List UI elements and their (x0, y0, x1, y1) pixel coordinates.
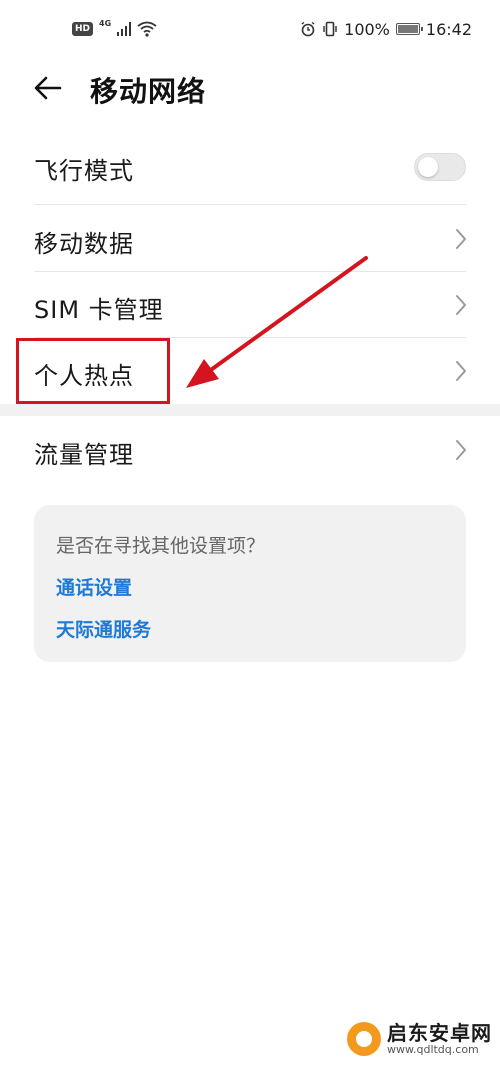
vibrate-icon (323, 21, 337, 37)
alarm-icon (301, 21, 315, 37)
chevron-right-icon (456, 229, 466, 249)
chevron-right-icon (456, 295, 466, 315)
setting-sim-management[interactable]: SIM 卡管理 (0, 272, 500, 338)
annotation-highlight-box (16, 338, 170, 404)
battery-percent: 100% (344, 19, 390, 39)
back-arrow-icon[interactable] (32, 72, 64, 104)
setting-data-usage[interactable]: 流量管理 (0, 417, 500, 483)
link-skytone-service[interactable]: 天际通服务 (56, 615, 151, 642)
status-left: HD 4G (72, 18, 157, 40)
chevron-right-icon (456, 361, 466, 381)
wifi-icon (137, 21, 157, 37)
row-label: 流量管理 (34, 441, 134, 469)
section-separator (0, 404, 500, 416)
page-title: 移动网络 (90, 75, 207, 108)
chevron-right-icon (456, 440, 466, 460)
row-label: SIM 卡管理 (34, 296, 164, 324)
status-bar: HD 4G 100% 16:42 (0, 0, 500, 58)
clock: 16:42 (425, 19, 472, 39)
watermark-url: www.qdltdq.com (387, 1042, 479, 1056)
suggestions-card: 是否在寻找其他设置项？ 通话设置 天际通服务 (34, 505, 466, 662)
watermark-logo-icon (347, 1022, 381, 1056)
row-label: 飞行模式 (34, 157, 134, 185)
airplane-mode-toggle[interactable] (414, 153, 466, 181)
toggle-knob (418, 157, 438, 177)
suggestions-question: 是否在寻找其他设置项？ (56, 535, 266, 557)
hd-icon: HD (72, 22, 94, 36)
network-type-label: 4G (99, 18, 112, 28)
watermark: 启东安卓网 www.qdltdq.com (347, 1022, 492, 1056)
row-label: 移动数据 (34, 230, 134, 258)
link-call-settings[interactable]: 通话设置 (56, 573, 132, 600)
status-right: 100% 16:42 (300, 18, 472, 40)
signal-icon (117, 22, 132, 36)
battery-icon (395, 23, 423, 35)
divider (34, 204, 466, 205)
setting-airplane-mode[interactable]: 飞行模式 (0, 133, 500, 199)
setting-mobile-data[interactable]: 移动数据 (0, 206, 500, 272)
header: 移动网络 (0, 58, 500, 118)
watermark-text: 启东安卓网 (387, 1020, 492, 1045)
